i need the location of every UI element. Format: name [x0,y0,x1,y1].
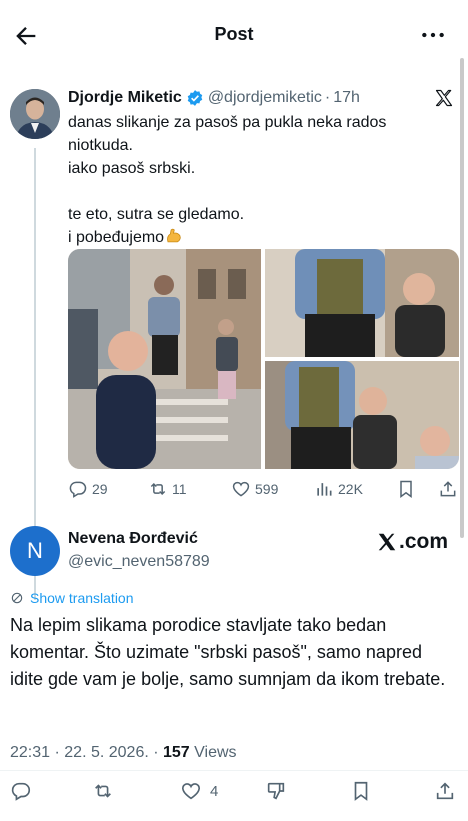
share-action[interactable] [438,477,462,501]
reply-action[interactable]: 29 [68,477,108,501]
x-logo-icon [435,89,453,107]
repost-icon [95,784,111,798]
bookmark-icon [354,781,368,801]
media-gallery [68,249,459,469]
divider [0,770,468,771]
show-translation-label: Show translation [30,590,134,606]
show-translation-link[interactable]: Show translation [10,590,134,606]
x-com-logo: .com [376,530,448,554]
analytics-bars-icon [317,483,332,496]
like-action[interactable]: 599 [231,477,278,501]
views-action[interactable]: 22K [314,477,363,501]
post-time[interactable]: 22:31 [10,744,50,761]
post-text-line: iako pasoš srbski. [68,160,196,177]
author-name[interactable]: Djordje Miketic [68,89,182,107]
share-action[interactable] [434,778,464,804]
repost-action[interactable] [92,778,122,804]
post-text-line: niotkuda. [68,137,133,154]
post-meta: 22:31 · 22. 5. 2026. · 157 Views [10,744,237,762]
reply-count: 29 [92,481,108,497]
repost-count: 11 [172,481,187,497]
more-options-icon[interactable] [420,22,446,48]
heart-icon [232,481,250,497]
avatar[interactable]: N [10,526,60,576]
separator-dot: · [148,744,163,761]
downvote-action[interactable] [265,778,295,804]
photo-holding-hands[interactable] [265,361,459,469]
post-text-line [68,180,448,203]
verified-badge-icon [187,90,203,106]
views-count: 157 [163,744,190,761]
avatar[interactable] [10,89,60,139]
reply-action[interactable] [10,778,40,804]
flexed-biceps-icon [167,228,181,243]
repost-icon [150,482,166,496]
post-text: danas slikanje za pasoš pa pukla neka ra… [68,111,448,249]
reply-text: Na lepim slikama porodice stavljate tako… [10,615,446,689]
reply-bubble-icon [69,481,87,498]
share-icon [436,782,454,800]
x-logo-icon [378,533,396,551]
post-text-line: danas slikanje za pasoš pa pukla neka ra… [68,114,387,131]
repost-action[interactable]: 11 [148,477,187,501]
reply-bubble-icon [11,782,31,801]
separator-dot: · [50,744,65,761]
post-date[interactable]: 22. 5. 2026. [64,744,149,761]
share-icon [440,481,456,497]
downvote-icon [267,782,285,800]
top-bar: Post [0,0,468,70]
photo-mother-child[interactable] [265,249,459,357]
translate-icon [11,592,23,604]
reply-author-name[interactable]: Nevena Đorđević [68,530,198,548]
post-text-line: te eto, sutra se gledamo. [68,206,245,223]
reply-action-bar: 4 [10,778,460,804]
reply-author-handle: @evic_neven58789 [68,553,210,570]
post-author-row: Djordje Miketic @djordjemiketic · 17h [68,87,360,109]
photo-family-walking[interactable] [68,249,261,469]
like-count: 599 [255,481,279,497]
separator-dot: · [324,89,331,106]
views-count: 22K [338,481,363,497]
page-title: Post [214,24,254,44]
reply-post[interactable]: N Nevena Đorđević @evic_neven58789 .com … [0,520,468,821]
post-text-line: i pobeđujemo [68,229,165,246]
bookmark-action[interactable] [350,778,380,804]
bookmark-action[interactable] [396,477,420,501]
post-time[interactable]: 17h [333,89,360,107]
like-count: 4 [210,782,219,800]
post-action-bar: 29 11 599 22K [68,477,460,501]
heart-icon [181,783,201,800]
bookmark-icon [400,480,412,498]
x-com-label: .com [398,530,448,553]
like-action[interactable]: 4 [180,778,218,804]
quoted-post[interactable]: Djordje Miketic @djordjemiketic · 17h da… [0,80,468,600]
views-label: Views [194,744,237,761]
author-handle: @djordjemiketic [207,89,322,106]
post-text-last-line: i pobeđujemo [68,226,448,249]
